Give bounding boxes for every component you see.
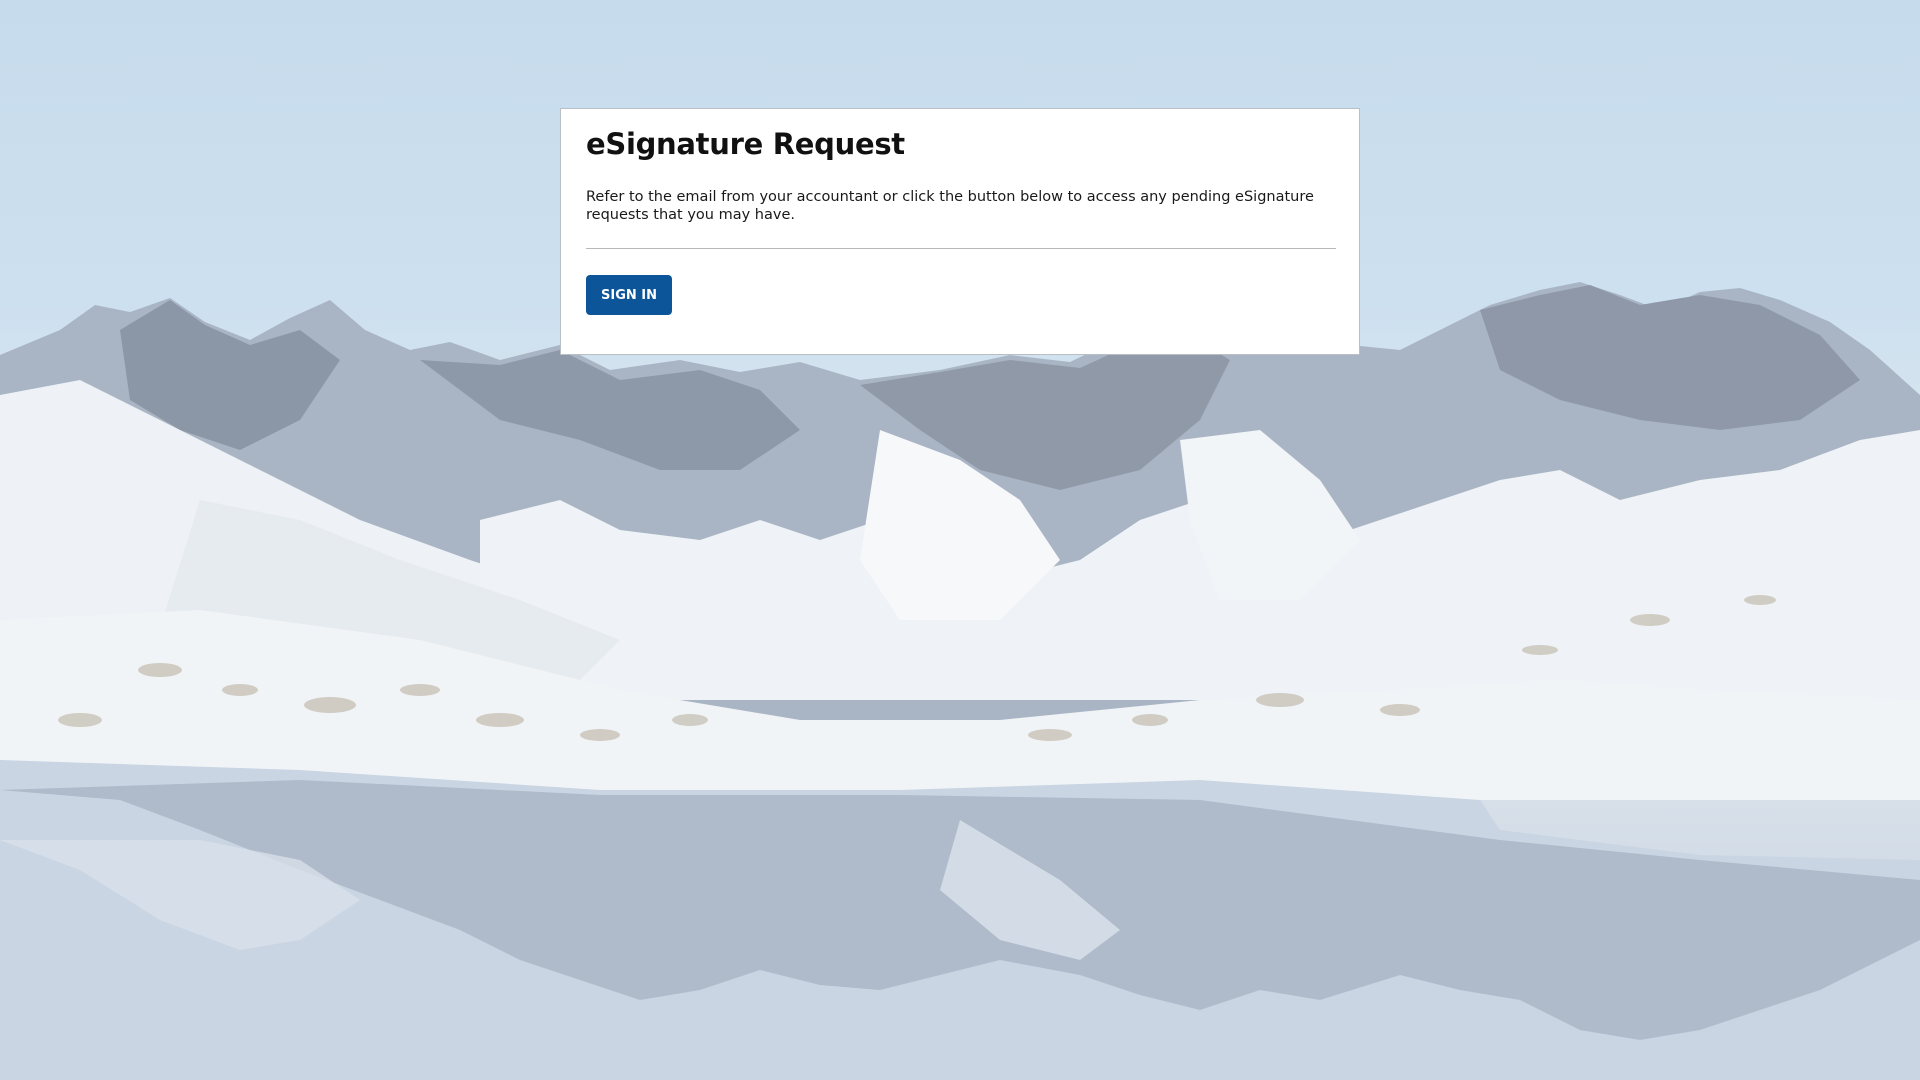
card-description: Refer to the email from your accountant … — [586, 189, 1314, 223]
sign-in-button[interactable]: SIGN IN — [586, 275, 672, 315]
card-divider — [586, 248, 1336, 249]
esignature-card: eSignature Request Refer to the email fr… — [560, 108, 1360, 355]
card-title: eSignature Request — [586, 127, 905, 161]
